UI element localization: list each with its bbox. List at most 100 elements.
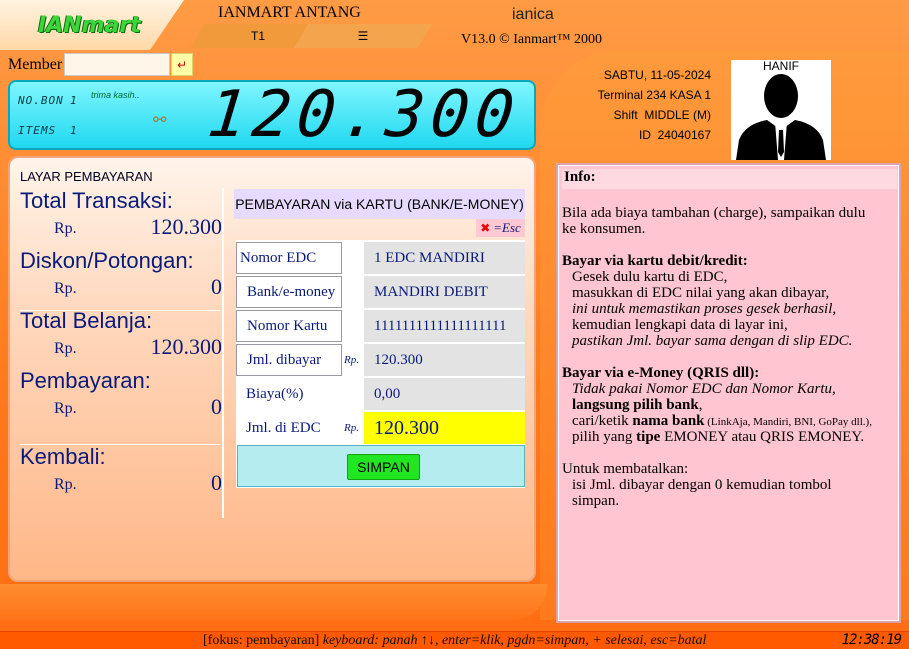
info-title: Info: bbox=[562, 169, 897, 189]
status-bar: [fokus: pembayaran] keyboard: panah ↑↓, … bbox=[0, 631, 909, 649]
field-nomor-kartu: Nomor Kartu 1111111111111111111 bbox=[236, 308, 525, 342]
currency-label: Rp. bbox=[344, 354, 359, 366]
items-label: ITEMS bbox=[18, 124, 57, 137]
debit-title: Bayar via kartu debit/kredit: bbox=[562, 253, 748, 269]
total-amount-display: 120.300 bbox=[204, 78, 524, 152]
cashier-id: ID 24040167 bbox=[638, 128, 711, 142]
emoney-text: cari/ketik bbox=[572, 413, 633, 429]
app-logo: IANmart bbox=[38, 12, 141, 38]
header-tabs: T1 ☰ bbox=[190, 24, 432, 48]
jml-edc-input[interactable]: 120.300 bbox=[364, 412, 525, 444]
biaya-label: Biaya(%) bbox=[246, 385, 304, 402]
save-button[interactable]: SIMPAN bbox=[347, 454, 420, 480]
emoney-bold: langsung pilih bank bbox=[572, 397, 699, 413]
panel-title: LAYAR PEMBAYARAN bbox=[20, 169, 153, 184]
emoney-line: Tidak pakai Nomor EDC dan Nomor Kartu, bbox=[572, 381, 836, 397]
debit-line: masukkan di EDC nilai yang akan dibayar, bbox=[572, 285, 830, 301]
info-panel: Info: Bila ada biaya tambahan (charge), … bbox=[556, 163, 901, 623]
emoney-bold: nama bank bbox=[632, 413, 705, 429]
debit-line: ini untuk memastikan proses gesek berhas… bbox=[572, 301, 837, 317]
enter-icon[interactable]: ↵ bbox=[171, 53, 193, 76]
status-hint: [fokus: pembayaran] keyboard: panah ↑↓, … bbox=[203, 633, 706, 649]
summary-value: 0 bbox=[211, 394, 222, 419]
nobon-value: 1 bbox=[70, 94, 78, 107]
payment-panel: LAYAR PEMBAYARAN Total Transaksi: Rp. 120… bbox=[8, 156, 536, 582]
cancel-title: Untuk membatalkan: bbox=[562, 461, 689, 477]
emoney-line: pilih yang tipe EMONEY atau QRIS EMONEY. bbox=[572, 429, 864, 445]
summary-label: Diskon/Potongan: bbox=[20, 248, 194, 273]
cashier-name: HANIF bbox=[763, 59, 799, 73]
emoney-text: pilih yang bbox=[572, 429, 637, 445]
field-jml-dibayar: Jml. dibayar Rp. 120.300 bbox=[236, 342, 525, 376]
bank-emoney-button[interactable]: Bank/e-money bbox=[236, 276, 342, 308]
summary-label: Kembali: bbox=[20, 444, 106, 469]
field-jml-edc: Jml. di EDC Rp. 120.300 bbox=[236, 410, 525, 444]
jml-dibayar-button[interactable]: Jml. dibayar bbox=[236, 344, 342, 376]
jml-dibayar-input[interactable]: 120.300 bbox=[364, 344, 525, 376]
emoney-text: EMONEY atau QRIS EMONEY. bbox=[660, 429, 865, 445]
debit-line: kemudian lengkapi data di layar ini, bbox=[572, 317, 788, 333]
jml-edc-label: Jml. di EDC bbox=[246, 419, 321, 436]
nomor-edc-button[interactable]: Nomor EDC bbox=[236, 242, 342, 274]
summary-pembayaran: Pembayaran: Rp. 0 bbox=[20, 368, 222, 424]
cancel-line: isi Jml. dibayar dengan 0 kemudian tombo… bbox=[572, 477, 832, 493]
customer-display: NO.BON 1 ITEMS 1 trima kasih.. ⚯ 120.300 bbox=[8, 78, 536, 152]
currency-label: Rp. bbox=[54, 476, 77, 493]
member-label: Member bbox=[8, 56, 63, 73]
items-value: 1 bbox=[70, 124, 78, 137]
currency-label: Rp. bbox=[54, 280, 77, 297]
nobon-label: NO.BON bbox=[18, 94, 64, 107]
summary-label: Total Belanja: bbox=[20, 308, 153, 333]
keyboard-hint: keyboard: panah ↑↓, enter=klik, pgdn=sim… bbox=[319, 633, 707, 648]
debit-line: pastikan Jml. bayar sama dengan di slip … bbox=[572, 333, 853, 349]
currency-label: Rp. bbox=[54, 220, 77, 237]
store-name: IANMART ANTANG bbox=[218, 4, 361, 21]
nomor-edc-value[interactable]: 1 EDC MANDIRI bbox=[364, 242, 525, 274]
summary-label: Total Transaksi: bbox=[20, 188, 173, 213]
save-area: SIMPAN bbox=[237, 445, 525, 487]
cashier-avatar: HANIF bbox=[731, 59, 831, 160]
nomor-kartu-button[interactable]: Nomor Kartu bbox=[236, 310, 342, 342]
emoney-title: Bayar via e-Money (QRIS dll): bbox=[562, 365, 760, 381]
member-input[interactable] bbox=[64, 53, 170, 76]
clock: 12:38:19 bbox=[841, 632, 902, 648]
menu-icon[interactable]: ☰ bbox=[294, 24, 432, 48]
currency-label: Rp. bbox=[344, 422, 359, 434]
summary-label: Pembayaran: bbox=[20, 368, 151, 393]
field-bank: Bank/e-money MANDIRI DEBIT bbox=[236, 274, 525, 308]
esc-label: =Esc bbox=[493, 220, 521, 235]
close-icon: ✖ bbox=[480, 221, 491, 235]
info-intro-1: Bila ada biaya tambahan (charge), sampai… bbox=[562, 205, 866, 221]
summary-value: 0 bbox=[211, 274, 222, 299]
nomor-kartu-input[interactable]: 1111111111111111111 bbox=[364, 310, 525, 342]
currency-label: Rp. bbox=[54, 400, 77, 417]
version-label: V13.0 © Ianmart™ 2000 bbox=[461, 32, 602, 47]
emoney-line: cari/ketik nama bank (LinkAja, Mandiri, … bbox=[572, 413, 872, 430]
username: ianica bbox=[512, 6, 554, 23]
emoney-line: langsung pilih bank, bbox=[572, 397, 703, 413]
bottom-left-curve bbox=[0, 584, 548, 620]
emoney-text: , bbox=[698, 397, 703, 413]
emoney-bank-list: (LinkAja, Mandiri, BNI, GoPay dll.), bbox=[704, 416, 872, 428]
field-nomor-edc: Nomor EDC 1 EDC MANDIRI bbox=[236, 240, 525, 274]
shift-label: Shift MIDDLE (M) bbox=[613, 108, 711, 122]
info-intro-2: ke konsumen. bbox=[562, 221, 646, 237]
thanks-text: trima kasih.. bbox=[91, 90, 140, 100]
summary-diskon: Diskon/Potongan: Rp. 0 bbox=[20, 248, 222, 304]
debit-line: Gesek dulu kartu di EDC, bbox=[572, 269, 728, 285]
biaya-input[interactable]: 0,00 bbox=[364, 378, 525, 410]
summary-value: 0 bbox=[211, 470, 222, 495]
cancel-line: simpan. bbox=[572, 493, 620, 509]
summary-total-transaksi: Total Transaksi: Rp. 120.300 bbox=[20, 188, 222, 244]
summary-value: 120.300 bbox=[150, 214, 223, 239]
panel-divider bbox=[222, 188, 224, 518]
money-bag-icon: ⚯ bbox=[153, 112, 167, 129]
field-biaya: Biaya(%) 0,00 bbox=[236, 376, 525, 410]
summary-kembali: Kembali: Rp. 0 bbox=[20, 444, 222, 500]
form-title: PEMBAYARAN via KARTU (BANK/E-MONEY) bbox=[234, 189, 525, 219]
terminal-label: Terminal 234 KASA 1 bbox=[597, 88, 711, 102]
summary-total-belanja: Total Belanja: Rp. 120.300 bbox=[20, 308, 222, 364]
bank-emoney-value[interactable]: MANDIRI DEBIT bbox=[364, 276, 525, 308]
currency-label: Rp. bbox=[54, 340, 77, 357]
esc-button[interactable]: ✖ =Esc bbox=[476, 219, 525, 237]
